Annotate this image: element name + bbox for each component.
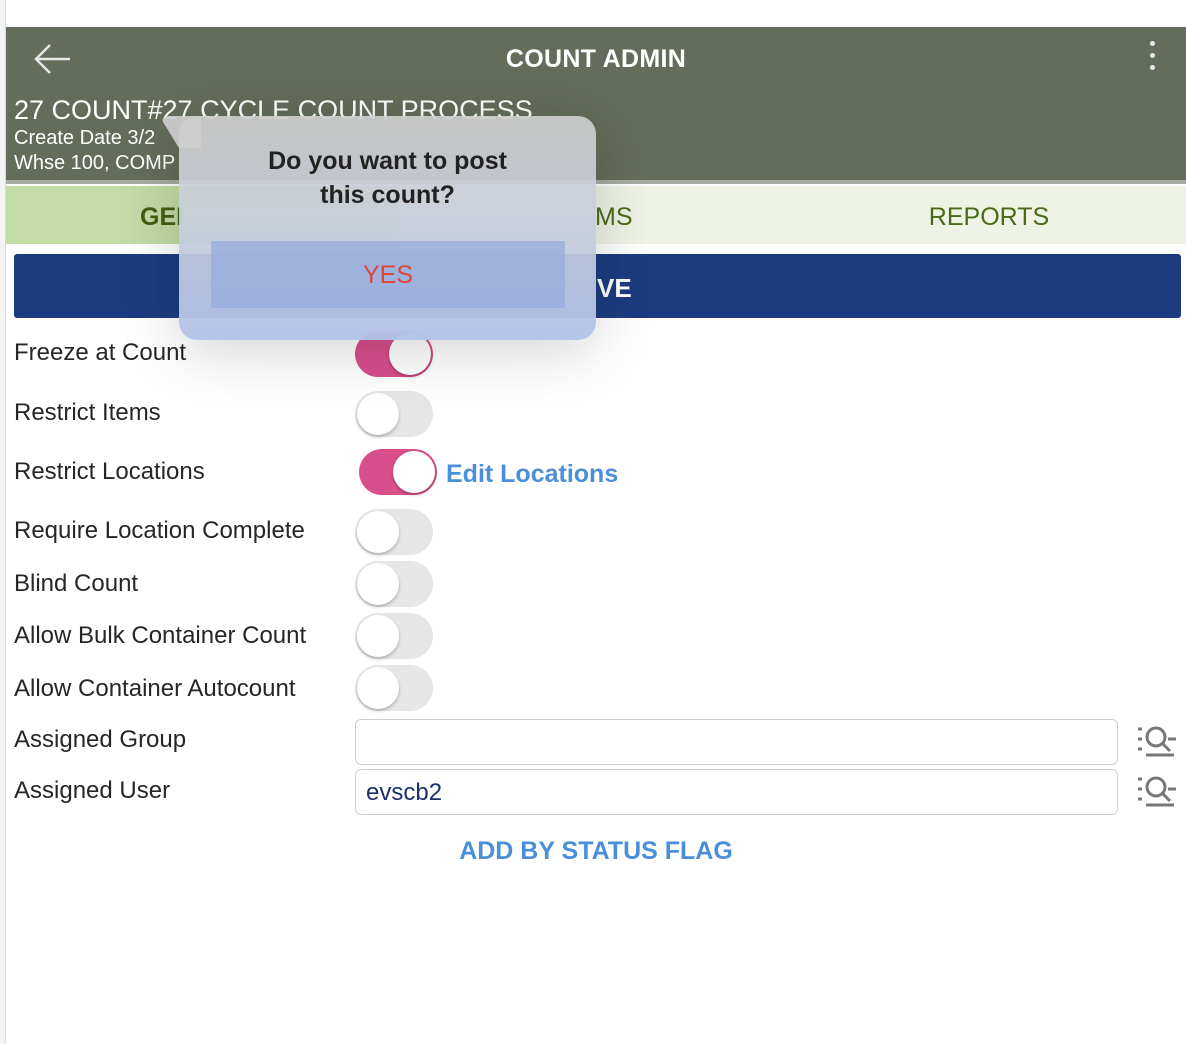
freeze-at-count-label: Freeze at Count [14, 339, 187, 366]
save-button-label: VE [597, 273, 632, 303]
yes-button[interactable]: YES [211, 241, 565, 308]
assigned-user-field[interactable]: evscb2 [355, 769, 1118, 815]
create-date: Create Date 3/2 [14, 127, 156, 149]
allow-bulk-container-count-label: Allow Bulk Container Count [14, 622, 307, 649]
search-lookup-icon[interactable] [1134, 771, 1178, 811]
post-count-popover: Do you want to post this count? YES [162, 116, 596, 340]
popover-message-line1: Do you want to post [268, 147, 507, 175]
edit-locations-link[interactable]: Edit Locations [446, 460, 618, 489]
require-location-complete-label: Require Location Complete [14, 517, 305, 544]
restrict-items-toggle[interactable] [355, 391, 433, 437]
page-title: COUNT ADMIN [505, 45, 687, 73]
blind-count-label: Blind Count [14, 570, 139, 597]
assigned-group-label: Assigned Group [14, 726, 187, 753]
allow-container-autocount-toggle[interactable] [355, 665, 433, 711]
allow-bulk-container-count-toggle[interactable] [355, 613, 433, 659]
add-by-status-flag-button[interactable]: ADD BY STATUS FLAG [6, 837, 1186, 866]
warehouse-info: Whse 100, COMP [14, 152, 176, 174]
allow-container-autocount-label: Allow Container Autocount [14, 675, 296, 702]
popover-arrow [162, 116, 201, 148]
restrict-items-label: Restrict Items [14, 399, 161, 426]
require-location-complete-toggle[interactable] [355, 509, 433, 555]
restrict-locations-label: Restrict Locations [14, 458, 205, 485]
assigned-user-label: Assigned User [14, 777, 171, 804]
screen: COUNT ADMIN 27 COUNT#27 CYCLE COUNT PROC… [0, 0, 1186, 1044]
popover-message-line2: this count? [320, 181, 455, 209]
restrict-locations-toggle[interactable] [359, 449, 437, 495]
blind-count-toggle[interactable] [355, 561, 433, 607]
more-menu-icon[interactable] [1142, 41, 1162, 79]
popover-message: Do you want to post this count? [179, 144, 596, 212]
tab-reports[interactable]: REPORTS [792, 186, 1186, 244]
assigned-group-field[interactable] [355, 719, 1118, 765]
search-lookup-icon[interactable] [1134, 721, 1178, 761]
